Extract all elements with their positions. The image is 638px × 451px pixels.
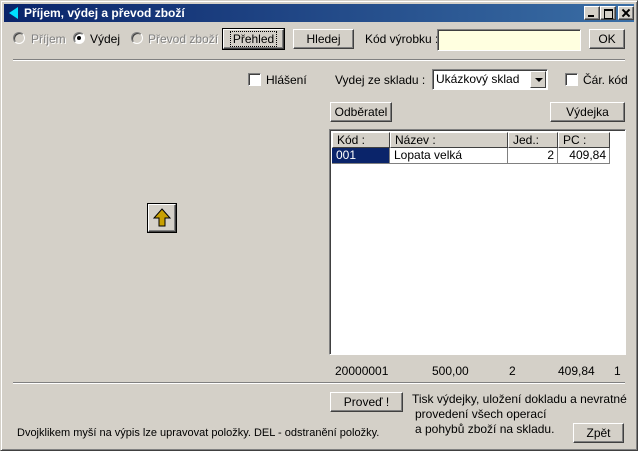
title-bar[interactable]: Příjem, výdej a převod zboží [4,4,634,22]
minimize-button[interactable] [584,6,600,20]
radio-vydej-label: Výdej [90,32,121,46]
radio-vydej[interactable] [73,32,85,44]
arrow-up-icon [152,208,172,227]
radio-prevod-label: Převod zboží [148,32,219,46]
maximize-button[interactable] [600,6,616,20]
chevron-down-icon[interactable] [530,71,546,88]
summary-total: 500,00 [432,364,469,378]
window-title: Příjem, výdej a převod zboží [24,6,185,20]
hint-text: Dvojklikem myší na výpis lze upravovat p… [17,427,380,439]
vydejka-button[interactable]: Výdejka [550,102,625,122]
summary-pc-total: 409,84 [558,364,595,378]
top-divider [13,59,625,61]
hledej-button[interactable]: Hledej [293,29,354,49]
kod-vyrobku-input[interactable] [437,29,581,51]
cell-pc[interactable]: 409,84 [558,148,610,164]
zpet-button[interactable]: Zpět [573,423,624,443]
summary-count: 1 [614,364,621,378]
back-arrow-icon[interactable] [9,7,18,19]
cell-nazev[interactable]: Lopata velká [390,148,508,164]
proved-description-1: Tisk výdejky, uložení dokladu a nevratné [412,392,627,406]
main-window: Příjem, výdej a převod zboží Příjem Výde… [0,0,638,451]
bottom-divider [13,382,625,384]
move-up-button[interactable] [148,204,176,232]
odberatel-button[interactable]: Odběratel [330,102,392,122]
car-kod-label: Čár. kód [583,73,628,87]
summary-qty: 2 [509,364,516,378]
hlaseni-label: Hlášení [266,73,307,87]
sklad-value: Ukázkový sklad [436,72,520,86]
radio-prevod[interactable] [131,32,143,44]
prehled-label: Přehled [229,31,278,47]
items-grid[interactable]: Kód : Název : Jed.: PC : 001 Lopata velk… [329,129,626,355]
sklad-select[interactable]: Ukázkový sklad [432,69,548,90]
radio-prijem[interactable] [13,32,25,44]
column-header-pc[interactable]: PC : [558,132,610,148]
close-button[interactable] [618,6,634,20]
cell-kod[interactable]: 001 [332,148,390,164]
prehled-button[interactable]: Přehled [222,28,285,50]
car-kod-checkbox[interactable] [565,73,578,86]
kod-vyrobku-label: Kód výrobku : [365,32,439,46]
proved-button[interactable]: Proveď ! [330,392,403,412]
column-header-kod[interactable]: Kód : [332,132,390,148]
summary-doc-number: 20000001 [335,364,389,378]
cell-jed[interactable]: 2 [508,148,558,164]
proved-description-2: provedení všech operací [415,407,547,421]
ok-button[interactable]: OK [589,29,625,49]
hlaseni-checkbox[interactable] [248,73,261,86]
column-header-jed[interactable]: Jed.: [508,132,558,148]
proved-description-3: a pohybů zboží na skladu. [415,422,555,436]
radio-prijem-label: Příjem [31,32,66,46]
sklad-label: Vydej ze skladu : [335,73,426,87]
column-header-nazev[interactable]: Název : [390,132,508,148]
